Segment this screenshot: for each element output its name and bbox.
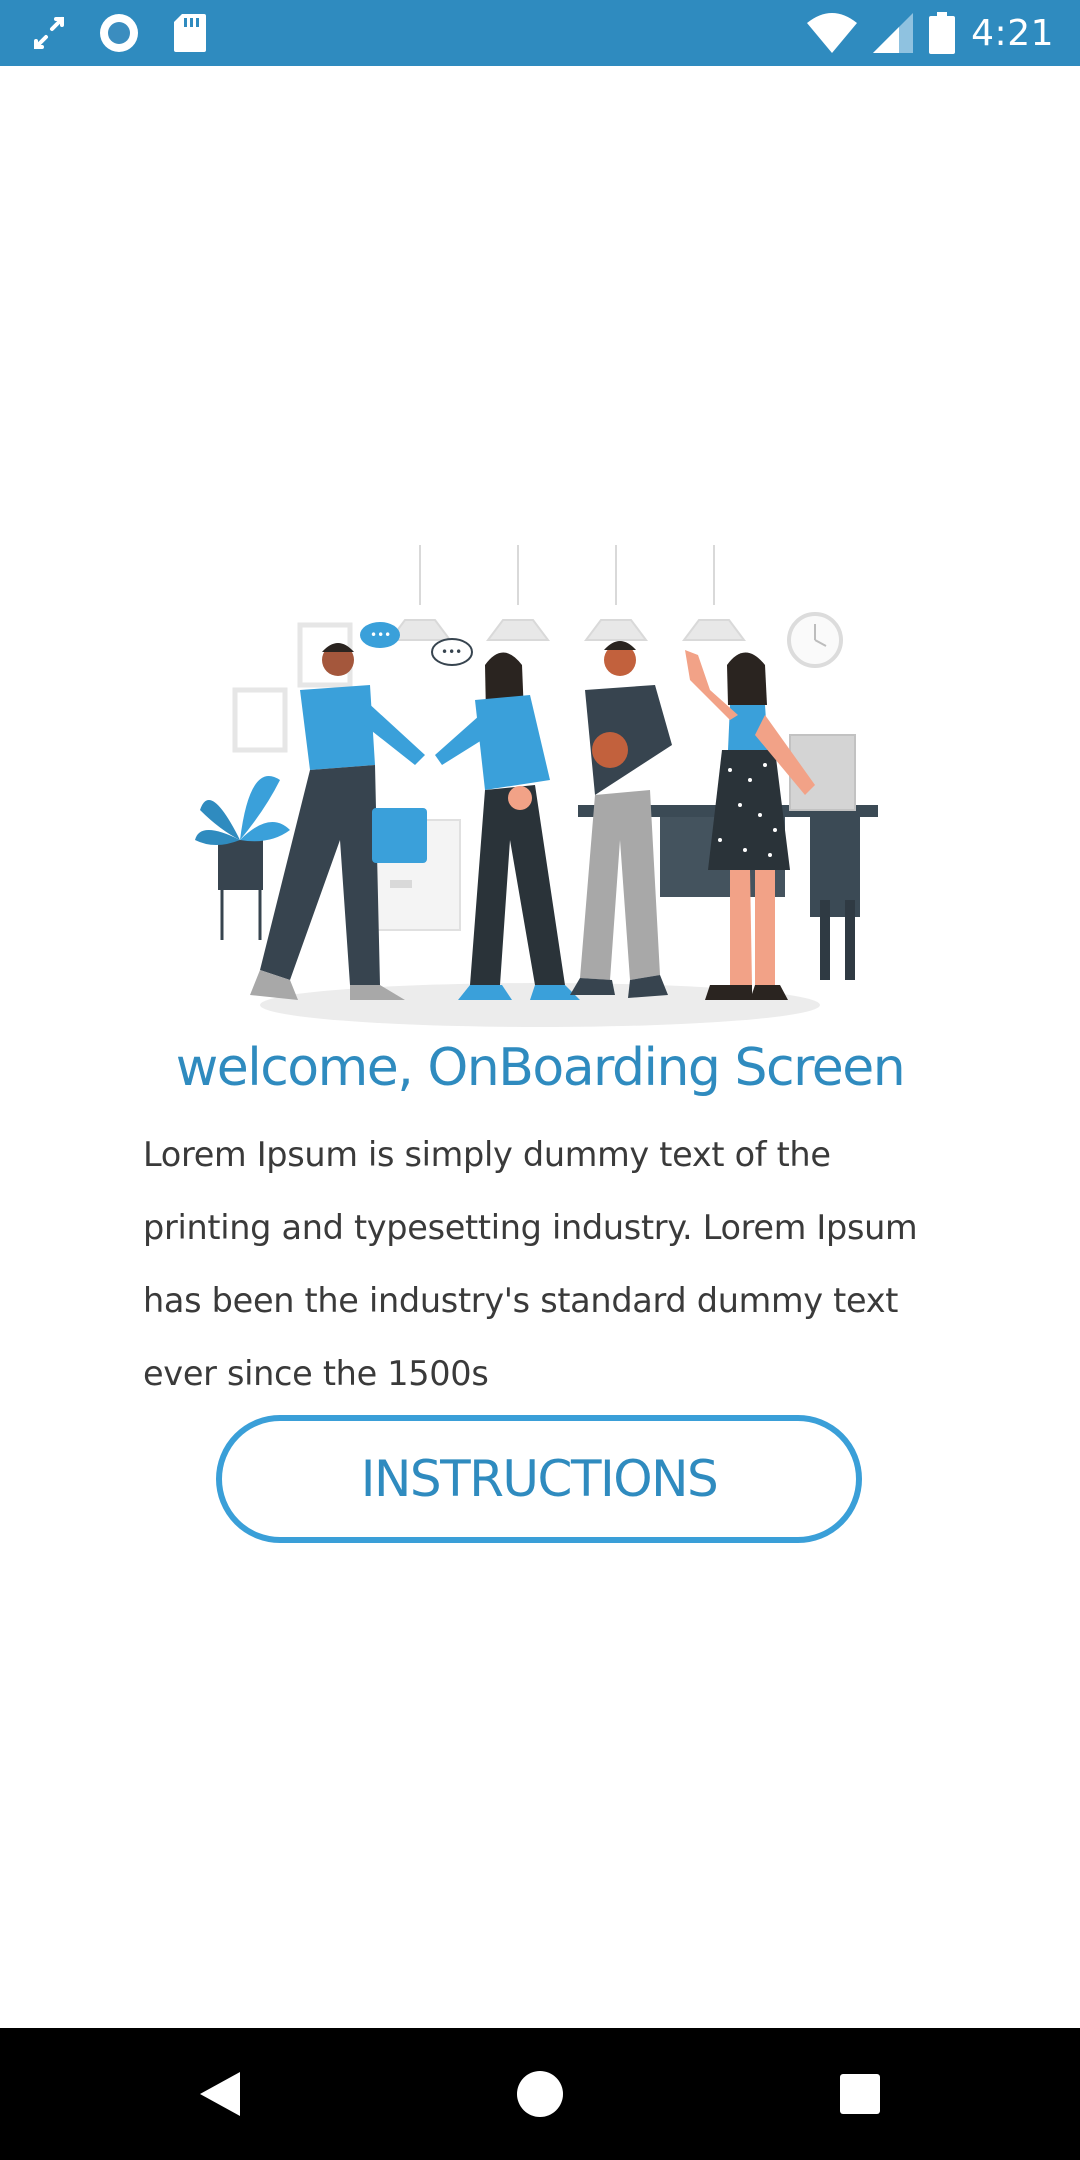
back-button[interactable] (190, 2064, 250, 2124)
cellular-signal-icon (873, 13, 914, 53)
recents-button[interactable] (830, 2064, 890, 2124)
sd-card-icon (174, 14, 206, 52)
description-text: Lorem Ipsum is simply dummy text of the … (143, 1135, 918, 1393)
navigation-bar (0, 2028, 1080, 2160)
instructions-button[interactable]: INSTRUCTIONS (216, 1415, 862, 1543)
sync-circle-icon (100, 14, 138, 52)
wifi-icon (807, 13, 858, 53)
svg-text:•••: ••• (370, 628, 391, 642)
team-handshake-illustration: ••• ••• (195, 545, 878, 1027)
auto-rotate-icon (34, 17, 64, 49)
svg-text:•••: ••• (441, 645, 462, 659)
home-icon (517, 2071, 563, 2117)
battery-icon (929, 12, 956, 54)
status-bar: 4:21 (0, 0, 1080, 66)
page-title: welcome, OnBoarding Screen (175, 1038, 906, 1098)
status-bar-left (34, 0, 206, 66)
status-time: 4:21 (971, 12, 1054, 54)
home-button[interactable] (510, 2064, 570, 2124)
back-icon (200, 2072, 240, 2116)
recents-icon (840, 2074, 880, 2114)
status-bar-right: 4:21 (807, 0, 1054, 66)
